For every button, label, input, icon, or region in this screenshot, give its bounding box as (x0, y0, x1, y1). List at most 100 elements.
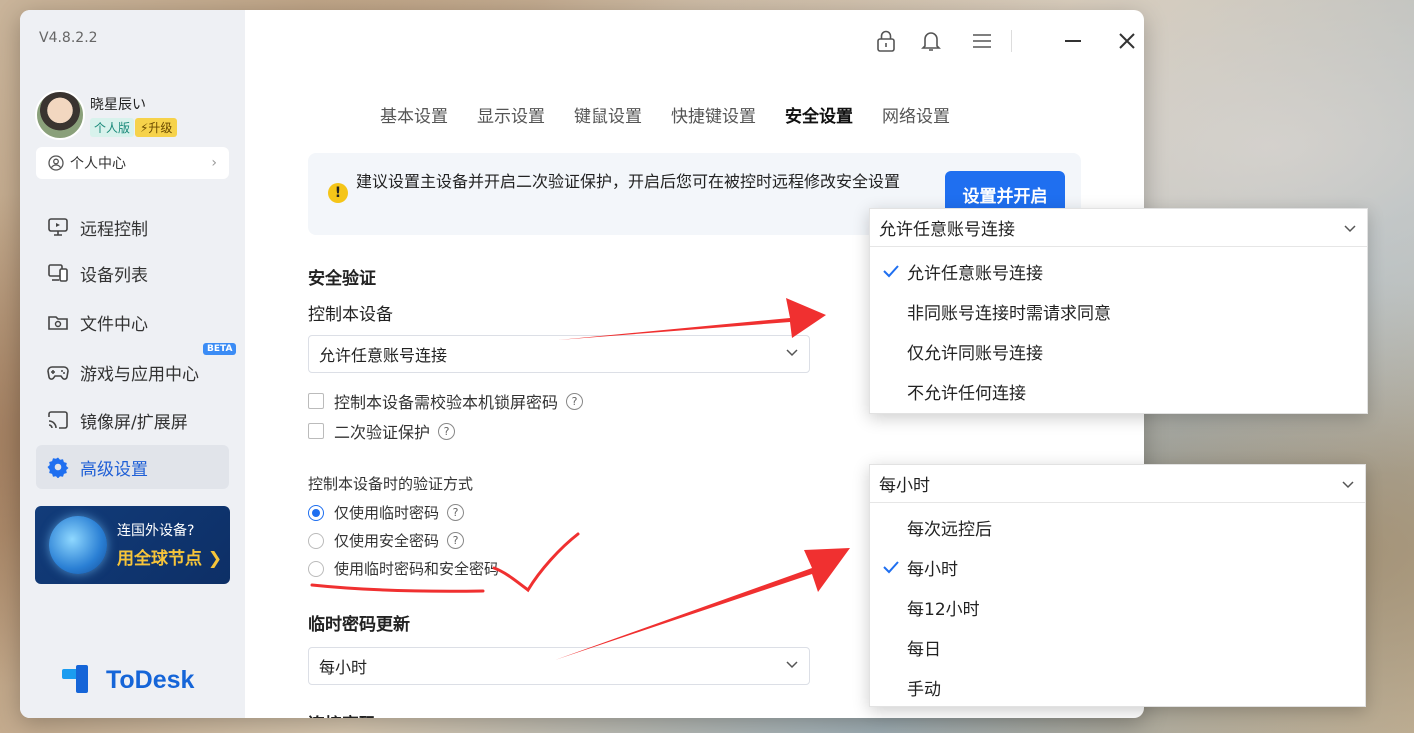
personal-center-label: 个人中心 (70, 156, 126, 172)
notice-text: 建议设置主设备并开启二次验证保护，开启后您可在被控时远程修改安全设置 (356, 172, 901, 191)
chevron-down-icon (786, 661, 798, 669)
chevron-right-icon: › (211, 155, 217, 171)
lock-password-checkbox[interactable] (308, 393, 324, 409)
gear-icon (46, 455, 70, 479)
sidebar-item-mirror-extend[interactable]: 镜像屏/扩展屏 (36, 398, 229, 442)
dropdown-option-deny-all[interactable]: 不允许任何连接 (870, 371, 1367, 411)
temp-password-update-select[interactable]: 每小时 (308, 647, 810, 685)
lock-icon[interactable] (873, 28, 899, 54)
global-node-promo[interactable]: 连国外设备? 用全球节点 ❯ (35, 506, 230, 584)
avatar[interactable] (35, 90, 85, 140)
verify-method-label: 控制本设备时的验证方式 (308, 475, 474, 493)
connection-permission-dropdown: 允许任意账号连接 允许任意账号连接 非同账号连接时需请求同意 仅允许同账号连接 … (869, 208, 1368, 414)
help-icon[interactable]: ? (566, 392, 584, 410)
promo-line2: 用全球节点 ❯ (117, 549, 223, 569)
tab-network[interactable]: 网络设置 (882, 102, 950, 127)
chevron-down-icon (1342, 481, 1354, 489)
warning-icon: ! (328, 183, 348, 203)
sidebar-item-device-list[interactable]: 设备列表 (36, 251, 229, 295)
promo-line1: 连国外设备? (117, 523, 195, 539)
two-factor-checkbox[interactable] (308, 423, 324, 439)
temp-password-interval-dropdown: 每小时 每次远控后 每小时 每12小时 每日 手动 (869, 464, 1366, 707)
sidebar-item-label: 远程控制 (80, 219, 148, 240)
cast-icon (46, 408, 70, 432)
radio-secure-password-row[interactable]: 仅使用安全密码 ? (308, 530, 465, 551)
chevron-down-icon (786, 349, 798, 357)
two-factor-label: 二次验证保护 (334, 423, 431, 442)
radio-both-password[interactable] (308, 560, 324, 577)
bell-icon[interactable] (918, 28, 944, 54)
sidebar-item-file-center[interactable]: 文件中心 (36, 300, 229, 344)
beta-badge: BETA (203, 343, 237, 355)
sidebar-item-label: 高级设置 (80, 459, 148, 480)
version-label: V4.8.2.2 (39, 30, 98, 46)
dropdown-options: 允许任意账号连接 非同账号连接时需请求同意 仅允许同账号连接 不允许任何连接 (870, 247, 1367, 411)
dropdown-option-same-account[interactable]: 仅允许同账号连接 (870, 331, 1367, 371)
dropdown-option-label: 手动 (907, 679, 941, 700)
remote-control-icon (46, 215, 70, 239)
sidebar-item-label: 游戏与应用中心 (80, 364, 199, 385)
dropdown-option-label: 每小时 (907, 559, 958, 580)
tab-shortcuts[interactable]: 快捷键设置 (671, 102, 756, 127)
control-device-select[interactable]: 允许任意账号连接 (308, 335, 810, 373)
topbar-divider (1011, 30, 1012, 52)
user-circle-icon (48, 155, 64, 171)
dropdown-option-manual[interactable]: 手动 (870, 667, 1365, 707)
dropdown-option-label: 每次远控后 (907, 519, 992, 540)
security-verification-title: 安全验证 (308, 269, 376, 289)
tab-display[interactable]: 显示设置 (477, 102, 545, 127)
help-icon[interactable]: ? (447, 504, 465, 521)
tab-basic[interactable]: 基本设置 (380, 102, 448, 127)
radio-temp-password-row[interactable]: 仅使用临时密码 ? (308, 502, 465, 523)
close-icon[interactable] (1114, 28, 1140, 54)
upgrade-badge[interactable]: ⚡升级 (135, 118, 178, 137)
chevron-down-icon (1344, 225, 1356, 233)
dropdown-option-12-hours[interactable]: 每12小时 (870, 587, 1365, 627)
dropdown-option-label: 非同账号连接时需请求同意 (907, 303, 1111, 324)
temp-password-update-title: 临时密码更新 (308, 615, 410, 635)
minimize-icon[interactable] (1060, 28, 1086, 54)
control-device-label: 控制本设备 (308, 305, 393, 325)
sidebar-item-games-apps[interactable]: 游戏与应用中心 (36, 350, 229, 394)
two-factor-checkbox-row[interactable]: 二次验证保护 ? (308, 419, 456, 443)
sidebar-item-label: 文件中心 (80, 314, 148, 335)
help-icon[interactable]: ? (438, 422, 456, 440)
dropdown-option-any-account[interactable]: 允许任意账号连接 (870, 251, 1367, 291)
check-icon (883, 561, 899, 574)
radio-secure-password[interactable] (308, 532, 324, 549)
radio-temp-password[interactable] (308, 504, 324, 521)
lock-password-checkbox-row[interactable]: 控制本设备需校验本机锁屏密码 ? (308, 389, 584, 413)
control-device-select-value: 允许任意账号连接 (319, 346, 448, 365)
radio-both-password-row[interactable]: 使用临时密码和安全密码 (308, 558, 499, 579)
globe-icon (49, 516, 107, 574)
dropdown-option-label: 每日 (907, 639, 941, 660)
todesk-logo-mark (62, 665, 100, 695)
brand-name: ToDesk (106, 665, 195, 694)
dropdown-option-request-consent[interactable]: 非同账号连接时需请求同意 (870, 291, 1367, 331)
gamepad-icon (46, 360, 70, 384)
dropdown-options: 每次远控后 每小时 每12小时 每日 手动 (870, 503, 1365, 707)
radio-secure-password-label: 仅使用安全密码 (334, 532, 440, 550)
connection-permission-dropdown-header[interactable]: 允许任意账号连接 (870, 209, 1367, 247)
plan-badge: 个人版 (90, 118, 135, 137)
dropdown-option-label: 不允许任何连接 (907, 383, 1026, 404)
menu-icon[interactable] (969, 28, 995, 54)
todesk-logo: ToDesk (62, 665, 194, 695)
tab-security[interactable]: 安全设置 (785, 102, 853, 127)
personal-center-button[interactable]: 个人中心 › (36, 147, 229, 179)
dropdown-option-daily[interactable]: 每日 (870, 627, 1365, 667)
username: 晓星辰い (90, 97, 146, 113)
sidebar-item-remote-control[interactable]: 远程控制 (36, 205, 229, 249)
temp-password-interval-dropdown-header[interactable]: 每小时 (870, 465, 1365, 503)
dropdown-option-hourly[interactable]: 每小时 (870, 547, 1365, 587)
device-list-icon (46, 261, 70, 285)
settings-tabs: 基本设置 显示设置 键鼠设置 快捷键设置 安全设置 网络设置 (380, 102, 979, 127)
dropdown-option-after-each-session[interactable]: 每次远控后 (870, 507, 1365, 547)
temp-password-update-value: 每小时 (319, 658, 368, 677)
tab-keyboard-mouse[interactable]: 键鼠设置 (574, 102, 642, 127)
sidebar-item-advanced-settings[interactable]: 高级设置 (36, 445, 229, 489)
help-icon[interactable]: ? (447, 532, 465, 549)
radio-temp-password-label: 仅使用临时密码 (334, 504, 440, 522)
dropdown-selected-value: 每小时 (879, 476, 930, 496)
sidebar: V4.8.2.2 晓星辰い 个人版 ⚡升级 个人中心 › 远程控制 设备列表 文… (20, 10, 245, 718)
